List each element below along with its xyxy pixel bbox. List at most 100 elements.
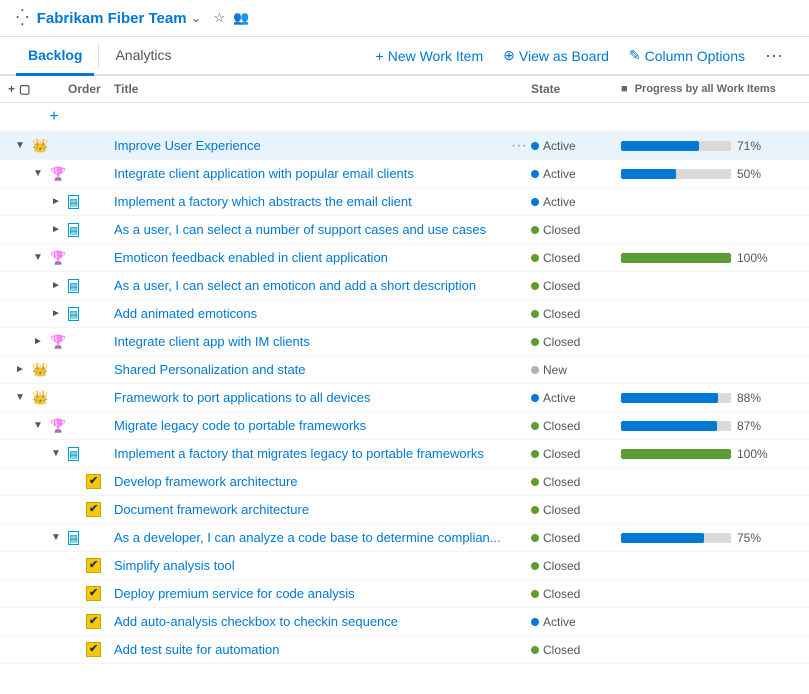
expand-all-icon[interactable]: + [8,82,15,96]
state-dot [531,534,539,542]
star-icon[interactable]: ☆ [213,10,225,26]
expand-row-icon[interactable]: ► [30,336,46,347]
expand-row-icon[interactable]: ► [48,196,64,207]
state-dot [531,338,539,346]
table-row: ► ▤ As a user, I can select a number of … [0,216,809,244]
row-controls: ▼ ▤ [8,447,64,461]
progress-bar [621,253,731,263]
tab-analytics[interactable]: Analytics [103,37,183,76]
progress-bar [621,421,731,431]
row-more-icon[interactable]: ··· [507,137,531,155]
progress-pct: 100% [737,447,773,461]
person-add-icon[interactable]: 👥 [233,10,249,26]
row-title[interactable]: Integrate client application with popula… [114,166,507,181]
add-row: + [0,103,809,132]
row-title[interactable]: Implement a factory which abstracts the … [114,194,507,209]
row-title[interactable]: Shared Personalization and state [114,362,507,377]
expand-row-icon[interactable]: ► [48,224,64,235]
row-title[interactable]: Emoticon feedback enabled in client appl… [114,250,507,265]
state-label: Active [543,167,576,181]
row-icon-feature: 🏆 [50,166,66,182]
row-state: Closed [531,475,621,489]
table-row: ▼ 👑 Framework to port applications to al… [0,384,809,412]
row-title[interactable]: Implement a factory that migrates legacy… [114,446,507,461]
row-icon-epic: 👑 [32,390,48,406]
row-controls: ▼ 👑 [8,138,64,154]
expand-row-icon[interactable]: ► [12,364,28,375]
state-dot [531,366,539,374]
row-state: Closed [531,643,621,657]
expand-row-icon[interactable]: ► [48,280,64,291]
row-icon-story: ▤ [68,279,84,293]
table-row: ▼ 🏆 Migrate legacy code to portable fram… [0,412,809,440]
state-dot [531,590,539,598]
row-title[interactable]: Add test suite for automation [114,642,507,657]
row-title[interactable]: Add animated emoticons [114,306,507,321]
col-controls-header: + ▢ [8,82,64,96]
row-state: Closed [531,279,621,293]
row-title[interactable]: Migrate legacy code to portable framewor… [114,418,507,433]
state-label: Closed [543,335,580,349]
chevron-down-icon[interactable]: ⌄ [191,10,202,26]
row-icon-story: ▤ [68,223,84,237]
row-title[interactable]: Add auto-analysis checkbox to checkin se… [114,614,507,629]
row-icon-task: ✔ [86,642,102,657]
board-icon: ⊕ [503,47,515,64]
row-title[interactable]: As a user, I can select an emoticon and … [114,278,507,293]
top-header: ⁛ Fabrikam Fiber Team ⌄ ☆ 👥 [0,0,809,37]
row-controls: ► 🏆 [8,334,64,350]
table-row: ✔ Add test suite for automation Closed [0,636,809,664]
row-title[interactable]: Integrate client app with IM clients [114,334,507,349]
row-title[interactable]: As a user, I can select a number of supp… [114,222,507,237]
team-name[interactable]: Fabrikam Fiber Team [37,10,187,27]
expand-row-icon[interactable]: ► [48,308,64,319]
col-title-header: Title [114,82,531,96]
row-state: Closed [531,223,621,237]
row-controls: ► ▤ [8,195,64,209]
row-state: Active [531,167,621,181]
collapse-row-icon[interactable]: ▼ [30,420,46,431]
view-as-board-button[interactable]: ⊕ View as Board [493,39,619,72]
state-dot [531,226,539,234]
more-options-icon[interactable]: ··· [755,37,793,74]
row-controls: ▼ 🏆 [8,418,64,434]
column-options-button[interactable]: ✎ Column Options [619,39,755,72]
row-title[interactable]: As a developer, I can analyze a code bas… [114,530,507,545]
collapse-row-icon[interactable]: ▼ [12,392,28,403]
collapse-row-icon[interactable]: ▼ [30,168,46,179]
new-work-item-button[interactable]: + New Work Item [366,40,494,72]
row-title[interactable]: Improve User Experience [114,138,507,153]
collapse-row-icon[interactable]: ▼ [48,448,64,459]
collapse-all-icon[interactable]: ▢ [19,82,30,96]
state-label: Closed [543,475,580,489]
collapse-row-icon[interactable]: ▼ [48,532,64,543]
state-dot [531,562,539,570]
row-title[interactable]: Simplify analysis tool [114,558,507,573]
table-row: ► 🏆 Integrate client app with IM clients… [0,328,809,356]
grid-icon[interactable]: ⁛ [16,8,29,28]
row-controls: ✔ [8,502,64,517]
row-state: Closed [531,531,621,545]
progress-bar [621,449,731,459]
row-icon-feature: 🏆 [50,334,66,350]
row-icon-task: ✔ [86,474,102,489]
row-title[interactable]: Document framework architecture [114,502,507,517]
collapse-row-icon[interactable]: ▼ [30,252,46,263]
row-icon-story: ▤ [68,531,84,545]
row-icon-task: ✔ [86,502,102,517]
nav-divider [98,44,99,68]
row-controls: ✔ [8,642,64,657]
row-title[interactable]: Develop framework architecture [114,474,507,489]
progress-column-icon: ■ [621,83,628,95]
row-title[interactable]: Deploy premium service for code analysis [114,586,507,601]
state-dot [531,282,539,290]
row-controls: ► 👑 [8,362,64,378]
state-label: Closed [543,503,580,517]
row-state: Active [531,615,621,629]
row-controls: ► ▤ [8,307,64,321]
row-controls: ► ▤ [8,279,64,293]
tab-backlog[interactable]: Backlog [16,37,94,76]
collapse-row-icon[interactable]: ▼ [12,140,28,151]
add-work-item-button[interactable]: + [44,107,64,127]
row-title[interactable]: Framework to port applications to all de… [114,390,507,405]
